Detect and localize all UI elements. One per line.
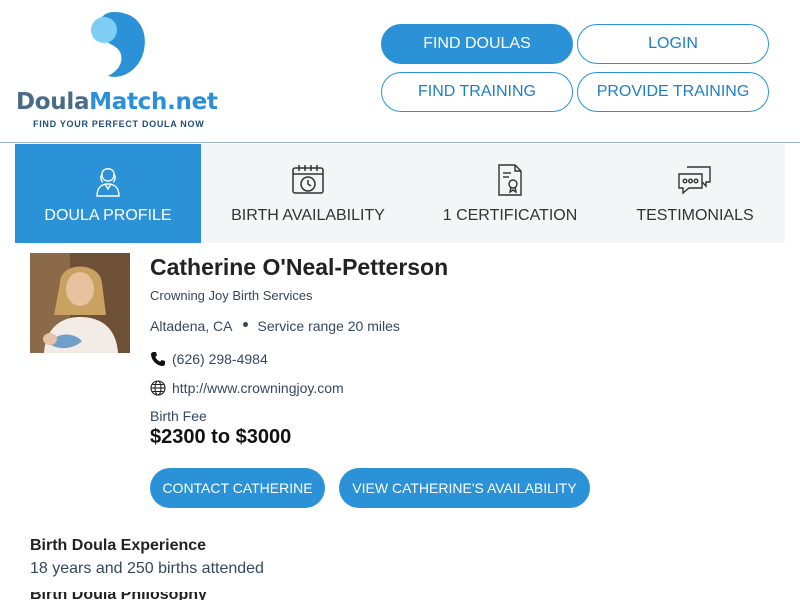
separator-dot xyxy=(242,321,248,327)
doula-name: Catherine O'Neal-Petterson xyxy=(150,254,449,280)
tab-doula-profile[interactable]: DOULA PROFILE xyxy=(15,144,201,243)
phone-number[interactable]: (626) 298-4984 xyxy=(172,351,268,367)
site-logo[interactable]: DoulaMatch.net FIND YOUR PERFECT DOULA N… xyxy=(16,12,218,132)
logo-wordmark: DoulaMatch.net xyxy=(16,89,218,115)
profile-tabs: DOULA PROFILE BIRTH AVAILABILITY 1 CERTI… xyxy=(15,144,785,243)
find-training-button[interactable]: FIND TRAINING xyxy=(381,72,573,112)
experience-text: 18 years and 250 births attended xyxy=(30,560,264,577)
find-doulas-button[interactable]: FIND DOULAS xyxy=(381,24,573,64)
birth-fee-label: Birth Fee xyxy=(150,408,207,424)
contact-doula-button[interactable]: CONTACT CATHERINE xyxy=(150,468,325,508)
globe-icon xyxy=(150,380,166,396)
tab-label: 1 CERTIFICATION xyxy=(442,207,578,224)
website-row[interactable]: http://www.crowningjoy.com xyxy=(150,380,344,396)
tab-label: BIRTH AVAILABILITY xyxy=(231,207,385,224)
tab-label: TESTIMONIALS xyxy=(636,207,754,224)
doula-logo-icon xyxy=(91,12,145,77)
login-button[interactable]: LOGIN xyxy=(577,24,769,64)
person-icon xyxy=(90,162,126,198)
tab-label: DOULA PROFILE xyxy=(44,207,172,224)
tab-birth-availability[interactable]: BIRTH AVAILABILITY xyxy=(201,144,415,243)
phone-row[interactable]: (626) 298-4984 xyxy=(150,351,268,367)
certificate-icon xyxy=(492,162,528,198)
tab-certification[interactable]: 1 CERTIFICATION xyxy=(415,144,605,243)
next-section-heading-partial: Birth Doula Philosophy xyxy=(30,592,210,600)
business-name: Crowning Joy Birth Services xyxy=(150,288,313,303)
location-row: Altadena, CA Service range 20 miles xyxy=(150,318,400,334)
provide-training-button[interactable]: PROVIDE TRAINING xyxy=(577,72,769,112)
website-link[interactable]: http://www.crowningjoy.com xyxy=(172,380,344,396)
view-availability-button[interactable]: VIEW CATHERINE'S AVAILABILITY xyxy=(339,468,590,508)
service-range-text: Service range 20 miles xyxy=(257,318,400,334)
birth-fee-value: $2300 to $3000 xyxy=(150,426,292,448)
calendar-clock-icon xyxy=(290,162,326,198)
phone-icon xyxy=(150,351,166,367)
logo-tagline: FIND YOUR PERFECT DOULA NOW xyxy=(33,119,205,129)
experience-heading: Birth Doula Experience xyxy=(30,537,207,554)
location-text: Altadena, CA xyxy=(150,318,233,334)
doula-profile-photo xyxy=(30,253,130,353)
site-header: DoulaMatch.net FIND YOUR PERFECT DOULA N… xyxy=(0,0,800,143)
tab-testimonials[interactable]: TESTIMONIALS xyxy=(605,144,785,243)
chat-bubbles-icon xyxy=(677,162,713,198)
